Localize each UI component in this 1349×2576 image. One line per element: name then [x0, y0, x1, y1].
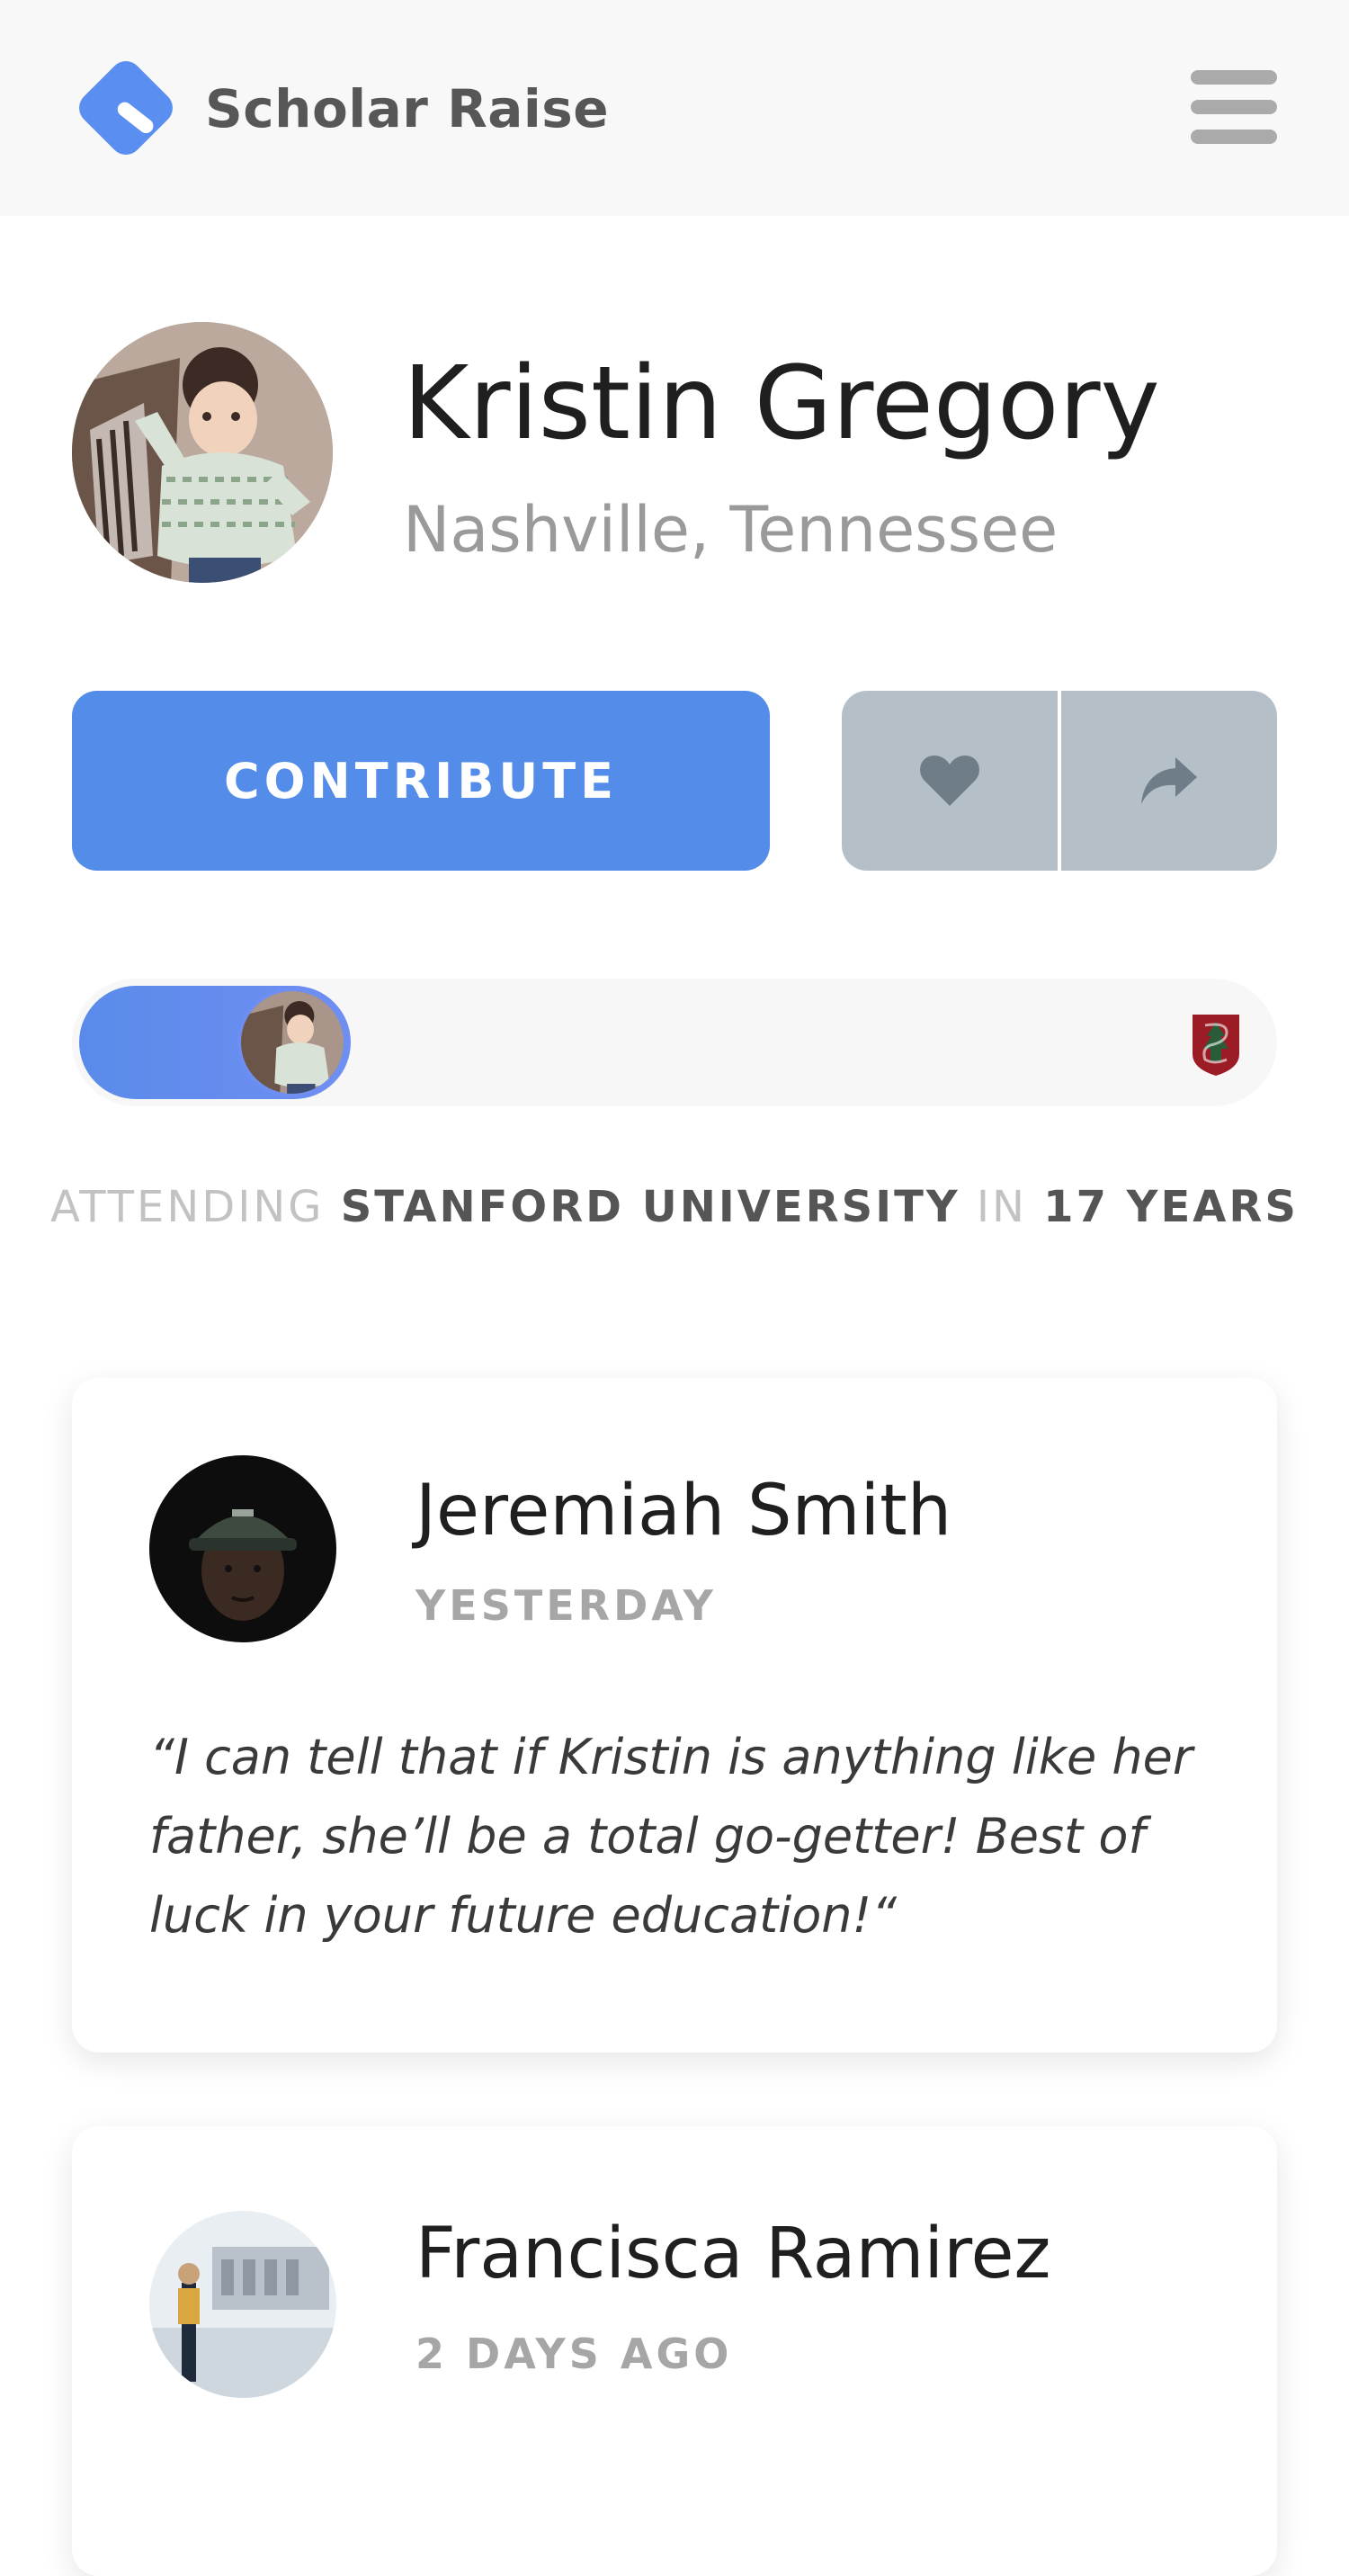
- savings-progress-track: [72, 979, 1277, 1106]
- comment-timestamp: YESTERDAY: [415, 1581, 717, 1630]
- contribute-button[interactable]: CONTRIBUTE: [72, 691, 770, 871]
- profile-name: Kristin Gregory: [403, 345, 1160, 462]
- commenter-avatar: [149, 1455, 336, 1642]
- comment-card: Francisca Ramirez 2 DAYS AGO: [72, 2126, 1277, 2576]
- commenter-name: Francisca Ramirez: [415, 2214, 1051, 2294]
- like-button[interactable]: [842, 691, 1058, 871]
- progress-avatar: [237, 988, 347, 1097]
- share-button[interactable]: [1061, 691, 1277, 871]
- attending-prefix: ATTENDING: [50, 1182, 325, 1232]
- comment-card: Jeremiah Smith YESTERDAY “I can tell tha…: [72, 1378, 1277, 2053]
- heart-icon: [920, 756, 979, 806]
- commenter-name: Jeremiah Smith: [415, 1471, 952, 1552]
- comment-text: “I can tell that if Kristin is anything …: [149, 1729, 1193, 1944]
- commenter-avatar: [149, 2211, 336, 2398]
- comment-timestamp: 2 DAYS AGO: [415, 2330, 733, 2378]
- app-header: Scholar Raise: [0, 0, 1349, 216]
- attending-school: STANFORD UNIVERSITY: [340, 1182, 960, 1232]
- stanford-logo-icon: [1193, 1015, 1239, 1076]
- share-arrow-icon: [1141, 757, 1197, 804]
- action-icon-group: [842, 691, 1277, 871]
- brand-name[interactable]: Scholar Raise: [205, 77, 609, 140]
- attending-duration: 17 YEARS: [1043, 1182, 1299, 1232]
- hamburger-menu-icon[interactable]: [1189, 68, 1279, 146]
- attending-connector: IN: [976, 1182, 1027, 1232]
- scholar-raise-logo-icon[interactable]: [76, 58, 176, 158]
- profile-avatar: [72, 322, 333, 583]
- profile-location: Nashville, Tennessee: [403, 493, 1059, 567]
- attending-summary: ATTENDING STANFORD UNIVERSITY IN 17 YEAR…: [0, 1180, 1349, 1234]
